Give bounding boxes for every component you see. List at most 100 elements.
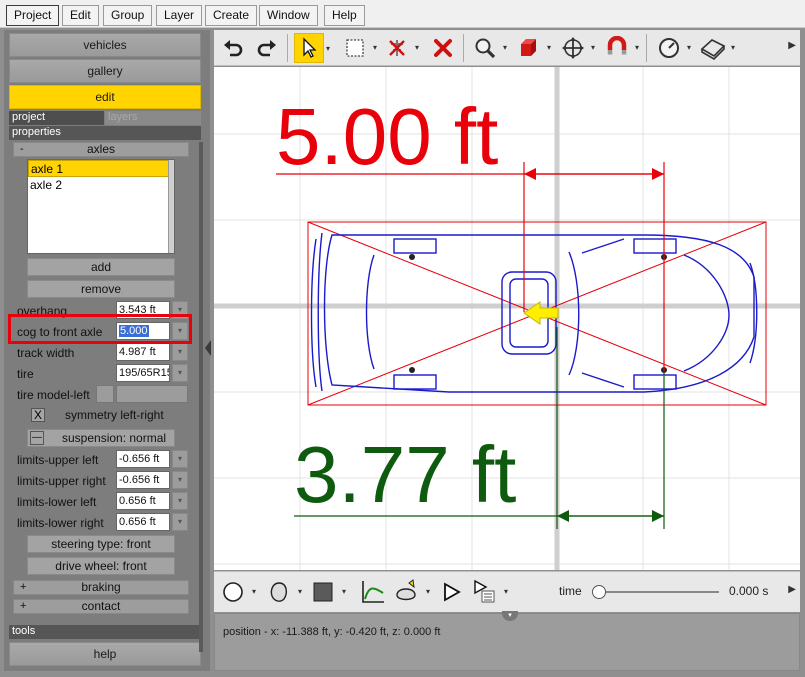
play-icon[interactable] — [436, 577, 466, 607]
time-slider-handle[interactable] — [592, 585, 606, 599]
select-arrow-icon[interactable]: ▾ — [294, 33, 330, 63]
front-dimension-label: 5.00 ft — [276, 92, 498, 181]
tools-header[interactable]: tools — [9, 625, 201, 639]
tire-field[interactable]: 195/65R15 — [116, 364, 170, 382]
menu-layer[interactable]: Layer — [156, 5, 203, 26]
expand-icon: + — [20, 600, 27, 612]
toolbar-more-icon[interactable]: ▶ — [788, 40, 796, 51]
axle-list: axle 1 axle 2 — [27, 159, 175, 254]
main-toolbar: ▾ ▾ ▾ ▾ ▾ ▾ ▾ ▾ ▾ ▶ — [214, 30, 800, 66]
suspension-toggle-icon: — — [30, 431, 44, 445]
surface-icon[interactable]: ▾ — [698, 33, 735, 63]
collapse-sidebar-icon[interactable] — [204, 340, 212, 356]
menu-project[interactable]: Project — [6, 5, 60, 26]
gauge-icon[interactable]: ▾ — [654, 33, 691, 63]
sidebar-scrollbar[interactable] — [199, 142, 203, 652]
list-scrollbar[interactable] — [168, 160, 174, 253]
graph-icon[interactable] — [358, 577, 388, 607]
delete-icon[interactable] — [428, 33, 458, 63]
circle-tool-icon[interactable]: ▾ — [218, 577, 256, 607]
delete-vertex-icon[interactable]: ▾ — [382, 33, 419, 63]
mirrors — [581, 238, 625, 388]
limits-lower-right-label: limits-lower right — [17, 516, 104, 530]
remove-axle-button[interactable]: remove — [27, 280, 175, 298]
axles-section-header[interactable]: - axles — [13, 142, 189, 157]
sidebar: vehicles gallery edit project layers pro… — [4, 30, 210, 671]
vehicle-drawing: 5.00 ft 3.77 ft — [214, 67, 800, 570]
move-icon[interactable]: ▾ — [558, 33, 595, 63]
tire-spinner[interactable]: ▾ — [172, 364, 188, 382]
undo-icon[interactable] — [218, 33, 248, 63]
drive-wheel-button[interactable]: drive wheel: front — [27, 557, 175, 575]
time-slider-track[interactable] — [599, 591, 719, 593]
expand-icon: + — [20, 581, 27, 593]
tire-label: tire — [17, 367, 34, 381]
gallery-button[interactable]: gallery — [9, 59, 201, 83]
menu-group[interactable]: Group — [103, 5, 153, 26]
tab-layers[interactable]: layers — [105, 111, 201, 125]
play-options-icon[interactable]: ▾ — [470, 577, 508, 607]
tab-project[interactable]: project — [9, 111, 104, 125]
track-width-spinner[interactable]: ▾ — [172, 343, 188, 361]
front-right-wheel — [633, 374, 677, 390]
braking-section-label: braking — [81, 580, 121, 594]
limits-upper-left-field[interactable]: -0.656 ft — [116, 450, 170, 468]
limits-upper-left-label: limits-upper left — [17, 453, 99, 467]
limits-lower-right-field[interactable]: 0.656 ft — [116, 513, 170, 531]
rear-window — [365, 254, 375, 370]
magnet-icon[interactable]: ▾ — [602, 33, 639, 63]
redo-icon[interactable] — [252, 33, 282, 63]
list-item[interactable]: axle 2 — [28, 177, 174, 194]
rear-right-wheel — [393, 374, 437, 390]
tire-model-left-label: tire model-left — [17, 388, 90, 402]
hood-line — [683, 254, 730, 372]
list-item[interactable]: axle 1 — [28, 160, 174, 177]
panel-tabs: project layers — [9, 111, 201, 125]
menu-create[interactable]: Create — [205, 5, 258, 26]
timeline-more-icon[interactable]: ▶ — [788, 584, 796, 595]
tire-model-color-swatch[interactable] — [96, 385, 114, 403]
axles-section-label: axles — [86, 142, 115, 156]
limits-lower-right-spinner[interactable]: ▾ — [172, 513, 188, 531]
tire-model-left-field[interactable] — [116, 385, 188, 403]
cursor-position-readout: position - x: -11.388 ft, y: -0.420 ft, … — [223, 626, 441, 638]
contact-section-label: contact — [81, 599, 121, 613]
axle-point — [409, 367, 415, 373]
properties-header: properties — [9, 126, 201, 140]
color-swatch-icon[interactable]: ▾ — [308, 577, 346, 607]
limits-lower-left-field[interactable]: 0.656 ft — [116, 492, 170, 510]
limits-upper-right-spinner[interactable]: ▾ — [172, 471, 188, 489]
braking-section-header[interactable]: + braking — [13, 580, 189, 595]
limits-lower-left-spinner[interactable]: ▾ — [172, 492, 188, 510]
zoom-icon[interactable]: ▾ — [470, 33, 507, 63]
animate-icon[interactable]: ▾ — [392, 577, 430, 607]
menu-edit[interactable]: Edit — [62, 5, 99, 26]
timeline-toolbar: ▾ ▾ ▾ ▾ ▾ time 0.000 s ▶ — [214, 571, 800, 612]
track-width-label: track width — [17, 346, 75, 360]
limits-upper-right-field[interactable]: -0.656 ft — [116, 471, 170, 489]
sidebar-content: vehicles gallery edit project layers pro… — [9, 30, 203, 671]
menu-help[interactable]: Help — [324, 5, 365, 26]
cube-icon[interactable]: ▾ — [514, 33, 551, 63]
vehicle-viewport[interactable]: 5.00 ft 3.77 ft — [214, 67, 800, 570]
vehicles-button[interactable]: vehicles — [9, 33, 201, 57]
contact-section-header[interactable]: + contact — [13, 599, 189, 614]
help-button[interactable]: help — [9, 642, 201, 666]
add-axle-button[interactable]: add — [27, 258, 175, 276]
box-select-icon[interactable]: ▾ — [340, 33, 377, 63]
expand-status-icon[interactable]: ▾ — [502, 611, 518, 621]
limits-lower-left-label: limits-lower left — [17, 495, 97, 509]
limits-upper-left-spinner[interactable]: ▾ — [172, 450, 188, 468]
highlight-annotation — [8, 314, 192, 344]
suspension-label: suspension: normal — [62, 431, 167, 445]
suspension-button[interactable]: — suspension: normal — [27, 429, 175, 447]
front-left-wheel — [633, 238, 677, 254]
steering-type-button[interactable]: steering type: front — [27, 535, 175, 553]
symmetry-checkbox[interactable]: X — [31, 408, 45, 422]
track-width-field[interactable]: 4.987 ft — [116, 343, 170, 361]
shape-tool-icon[interactable]: ▾ — [264, 577, 302, 607]
edit-button[interactable]: edit — [9, 85, 201, 109]
time-label: time — [559, 584, 582, 598]
windshield — [568, 251, 580, 376]
menu-window[interactable]: Window — [259, 5, 318, 26]
